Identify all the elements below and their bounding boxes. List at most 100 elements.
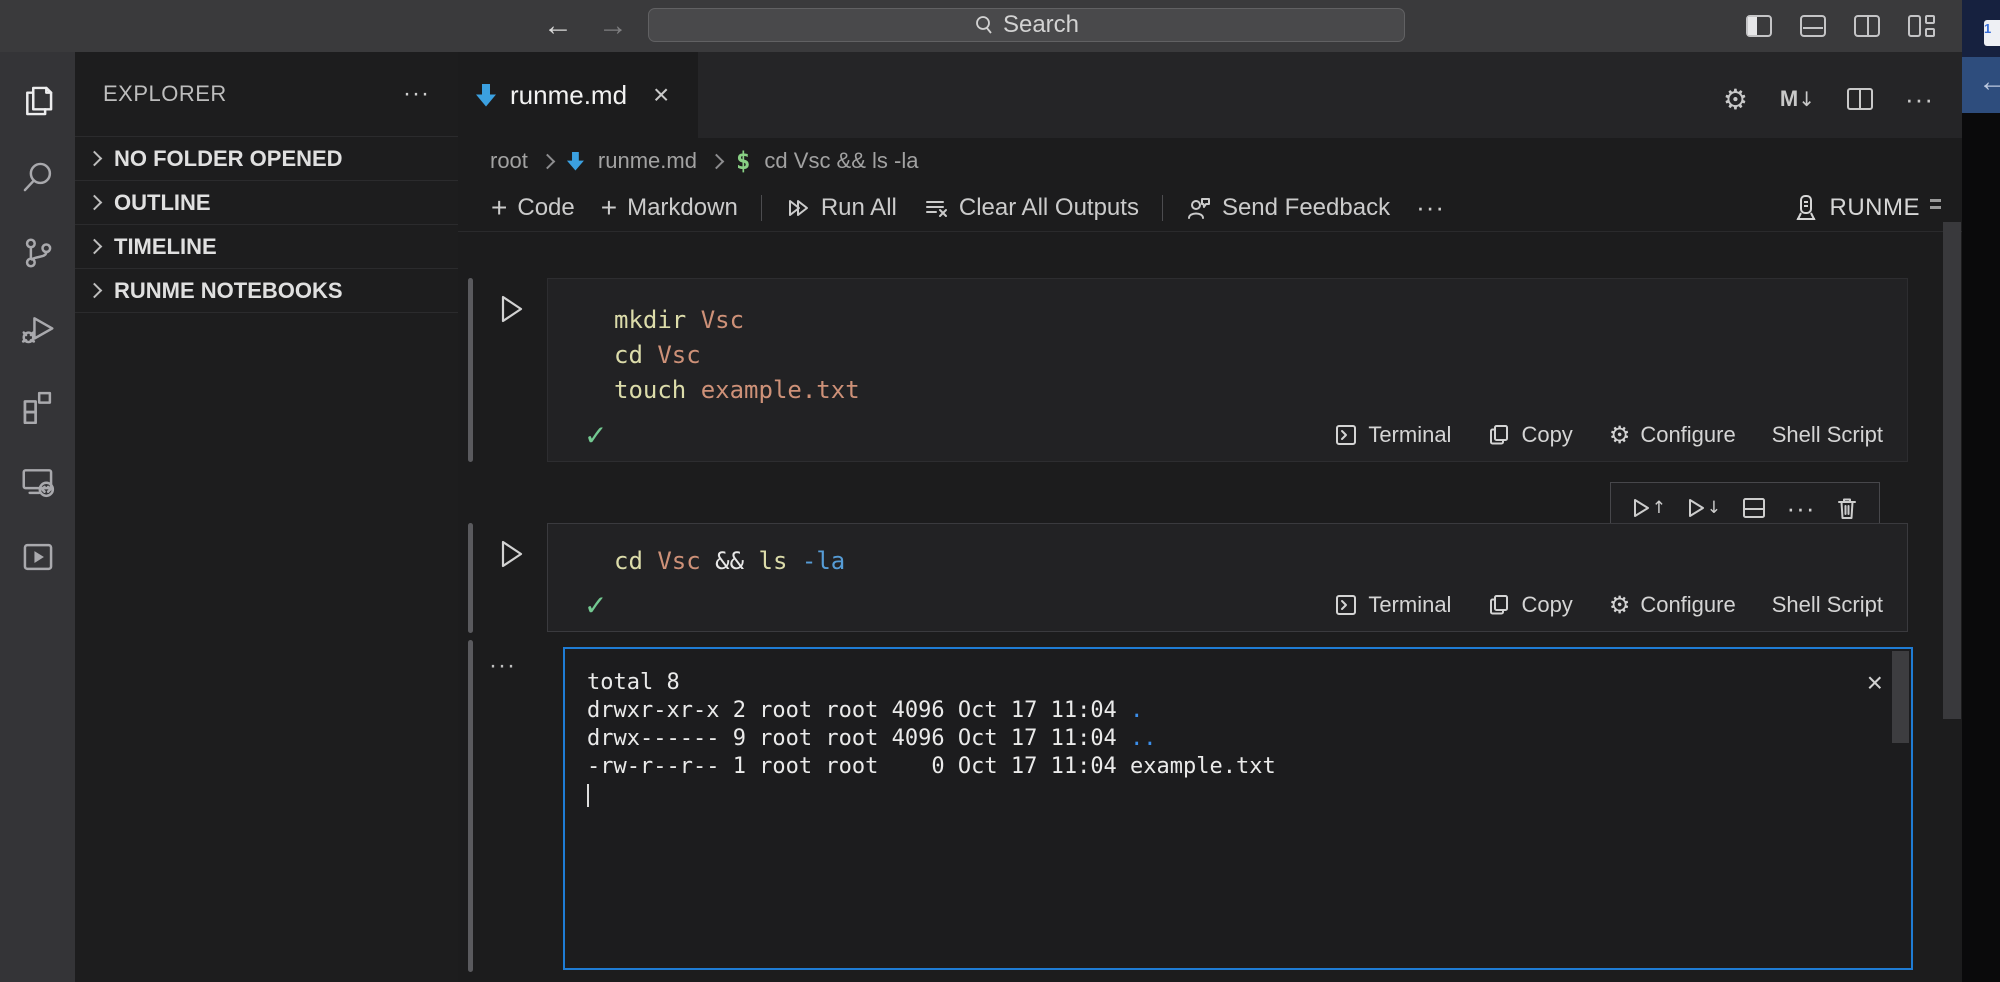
copy-icon	[1487, 423, 1511, 447]
tab-runme-md[interactable]: runme.md ×	[458, 52, 698, 138]
success-check-icon: ✓	[584, 419, 607, 452]
code-cell-1[interactable]: mkdir Vsc cd Vsc touch example.txt ✓ Ter…	[547, 278, 1908, 462]
calendar-day: 1	[1984, 21, 1991, 36]
send-feedback-button[interactable]: Send Feedback	[1173, 194, 1403, 222]
run-all-icon	[785, 195, 811, 221]
output-token: total 8	[587, 670, 680, 695]
explorer-icon[interactable]	[0, 72, 75, 130]
run-cell-button[interactable]	[498, 538, 524, 575]
section-no-folder-opened[interactable]: NO FOLDER OPENED	[75, 137, 458, 181]
terminal-icon	[1334, 423, 1358, 447]
run-all-label: Run All	[821, 194, 897, 222]
extensions-icon[interactable]	[0, 376, 75, 434]
open-markdown-preview-icon[interactable]: M↓	[1780, 86, 1815, 112]
success-check-icon: ✓	[584, 589, 607, 622]
run-cell-icon	[498, 293, 524, 325]
history-back-button[interactable]: ←	[543, 8, 573, 44]
code-token: mkdir	[614, 306, 701, 334]
markdown-down-arrow: ↓	[1798, 87, 1815, 111]
configure-button[interactable]: ⚙ Configure	[1609, 591, 1736, 619]
add-markdown-cell-button[interactable]: + Markdown	[588, 194, 751, 222]
copy-button[interactable]: Copy	[1487, 592, 1572, 618]
output-scrollbar-thumb[interactable]	[1892, 651, 1909, 743]
search-view-icon[interactable]	[0, 148, 75, 206]
search-icon	[974, 15, 994, 35]
output-gutter-more-icon[interactable]: ···	[489, 652, 516, 680]
toggle-secondary-sidebar-icon[interactable]	[1854, 15, 1880, 37]
run-cell-button[interactable]	[498, 293, 524, 330]
runme-panel-icon[interactable]	[0, 528, 75, 586]
tab-close-icon[interactable]: ×	[653, 79, 669, 111]
breadcrumb-shell-prompt: $	[736, 147, 750, 175]
close-output-icon[interactable]: ×	[1867, 671, 1883, 695]
history-forward-button[interactable]: →	[598, 8, 628, 44]
terminal-button[interactable]: Terminal	[1334, 422, 1451, 448]
title-bar: ← → Search	[0, 0, 1962, 52]
toggle-primary-sidebar-icon[interactable]	[1746, 15, 1772, 37]
cell-language-label[interactable]: Shell Script	[1772, 592, 1883, 618]
run-and-debug-icon[interactable]	[0, 300, 75, 358]
source-control-icon[interactable]	[0, 224, 75, 282]
language-label: Shell Script	[1772, 592, 1883, 618]
clear-all-outputs-button[interactable]: Clear All Outputs	[910, 194, 1152, 222]
editor-scrollbar-thumb[interactable]	[1943, 222, 1961, 719]
trash-icon	[1835, 495, 1859, 521]
toggle-panel-icon[interactable]	[1800, 15, 1826, 37]
toolbar-more-actions-icon[interactable]: ···	[1403, 192, 1458, 223]
breadcrumb-file[interactable]: runme.md	[598, 148, 697, 174]
breadcrumb-command[interactable]: cd Vsc && ls -la	[764, 148, 918, 174]
section-outline[interactable]: OUTLINE	[75, 181, 458, 225]
remote-explorer-icon[interactable]	[0, 452, 75, 510]
output-token: drwx------ 9 root root 4096 Oct 17 11:04	[587, 726, 1130, 751]
layout-controls	[1746, 0, 1936, 52]
copy-button[interactable]: Copy	[1487, 422, 1572, 448]
code-cell-2[interactable]: cd Vsc && ls -la ✓ Terminal Copy ⚙ Confi…	[547, 523, 1908, 632]
section-label: TIMELINE	[114, 234, 217, 260]
cell-more-actions-icon[interactable]: ···	[1787, 493, 1816, 524]
cell-focus-bar[interactable]	[468, 278, 473, 462]
configure-button[interactable]: ⚙ Configure	[1609, 421, 1736, 449]
vscode-window: ← → Search	[0, 0, 2000, 982]
run-all-button[interactable]: Run All	[772, 194, 910, 222]
markdown-m: M	[1780, 86, 1798, 112]
editor-more-actions-icon[interactable]: ···	[1905, 84, 1934, 115]
cell-focus-bar[interactable]	[468, 523, 473, 633]
output-focus-bar[interactable]	[468, 640, 473, 972]
terminal-icon	[1334, 593, 1358, 617]
breadcrumb-root[interactable]: root	[490, 148, 528, 174]
runme-file-icon	[567, 152, 584, 171]
section-label: NO FOLDER OPENED	[114, 146, 343, 172]
sidebar-header: EXPLORER ···	[75, 52, 458, 136]
cell-status-actions: Terminal Copy ⚙ Configure Shell Script	[1334, 591, 1883, 619]
cell-code[interactable]: cd Vsc && ls -la	[548, 524, 1907, 579]
sidebar-more-actions-icon[interactable]: ···	[403, 80, 430, 108]
command-center-search[interactable]: Search	[648, 8, 1405, 42]
back-arrow-icon: ←	[1978, 65, 2000, 99]
section-runme-notebooks[interactable]: RUNME NOTEBOOKS	[75, 269, 458, 313]
section-timeline[interactable]: TIMELINE	[75, 225, 458, 269]
code-token: touch	[614, 376, 701, 404]
add-code-cell-button[interactable]: + Code	[478, 194, 588, 222]
notebook-settings-gear-icon[interactable]: ⚙	[1723, 83, 1748, 116]
tab-bar: runme.md × ⚙ M↓ ···	[458, 52, 1962, 138]
copy-icon	[1487, 593, 1511, 617]
plus-icon: +	[601, 196, 617, 220]
sidebar-sections: NO FOLDER OPENED OUTLINE TIMELINE RUNME …	[75, 136, 458, 313]
customize-layout-icon[interactable]	[1908, 15, 1936, 37]
delete-cell-button[interactable]	[1835, 495, 1859, 521]
cell-code[interactable]: mkdir Vsc cd Vsc touch example.txt	[548, 279, 1907, 408]
split-cell-button[interactable]	[1741, 496, 1767, 520]
kernel-picker-button[interactable]: RUNME	[1794, 184, 1921, 232]
code-token: Vsc	[701, 306, 744, 334]
code-token: -la	[802, 547, 845, 575]
cell-language-label[interactable]: Shell Script	[1772, 422, 1883, 448]
execute-below-button[interactable]: ↓	[1686, 495, 1721, 521]
terminal-button[interactable]: Terminal	[1334, 592, 1451, 618]
editor-actions: ⚙ M↓ ···	[1723, 60, 1934, 138]
execute-above-button[interactable]: ↑	[1631, 495, 1666, 521]
split-editor-icon[interactable]	[1847, 88, 1873, 110]
gear-icon: ⚙	[1609, 591, 1631, 619]
add-markdown-label: Markdown	[627, 194, 738, 222]
clear-outputs-icon	[923, 195, 949, 221]
toolbar-divider	[1162, 195, 1163, 221]
